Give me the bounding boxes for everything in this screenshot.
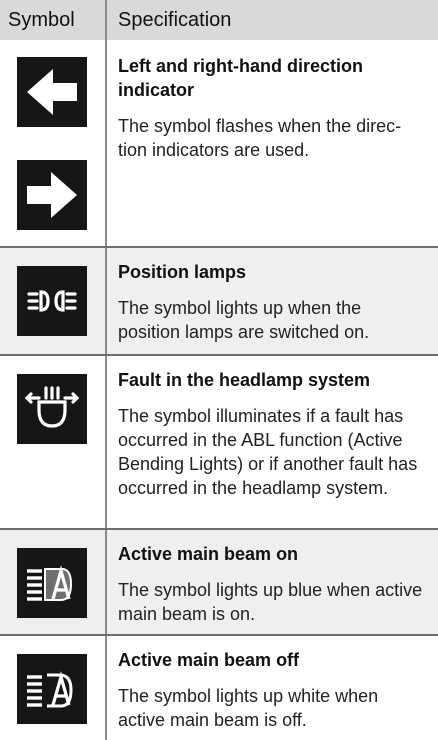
specification-column-header: Specification [118, 9, 232, 31]
row-title: Left and right-hand direction indicator [118, 56, 363, 100]
row-description: The symbol illuminates if a fault has oc… [118, 406, 418, 498]
table-row: Active main beam off The symbol lights u… [0, 636, 438, 740]
symbol-cell [0, 248, 107, 356]
row-description: The symbol lights up when the position l… [118, 298, 370, 342]
active-main-beam-off-icon [17, 654, 87, 724]
specification-cell: Active main beam on The symbol lights up… [107, 530, 438, 636]
row-title: Active main beam on [118, 544, 299, 564]
row-description: The symbol flashes when the direc-tion i… [118, 116, 402, 160]
specification-cell: Position lamps The symbol lights up when… [107, 248, 438, 356]
row-title: Fault in the headlamp system [118, 370, 371, 390]
specification-cell: Active main beam off The symbol lights u… [107, 636, 438, 740]
table-header: Symbol Specification [0, 0, 438, 40]
row-title: Position lamps [118, 262, 247, 282]
active-main-beam-on-icon [17, 548, 87, 618]
table-row: Fault in the headlamp system The symbol … [0, 356, 438, 530]
row-description: The symbol lights up blue when active ma… [118, 580, 423, 624]
symbol-table: Symbol Specification Left and right-hand… [0, 0, 438, 740]
specification-cell: Fault in the headlamp system The symbol … [107, 356, 438, 530]
specification-cell: Left and right-hand direction indicator … [107, 40, 438, 248]
symbol-cell [0, 530, 107, 636]
row-description: The symbol lights up white when active m… [118, 686, 379, 730]
symbol-cell [0, 40, 107, 248]
row-title: Active main beam off [118, 650, 300, 670]
table-row: Active main beam on The symbol lights up… [0, 530, 438, 636]
table-row: Position lamps The symbol lights up when… [0, 248, 438, 356]
position-lamps-icon [17, 266, 87, 336]
left-arrow-icon [17, 57, 87, 127]
symbol-cell [0, 636, 107, 740]
symbol-column-header: Symbol [0, 0, 107, 40]
headlamp-fault-icon [17, 374, 87, 444]
symbol-cell [0, 356, 107, 530]
table-row: Left and right-hand direction indicator … [0, 40, 438, 248]
right-arrow-icon [17, 160, 87, 230]
